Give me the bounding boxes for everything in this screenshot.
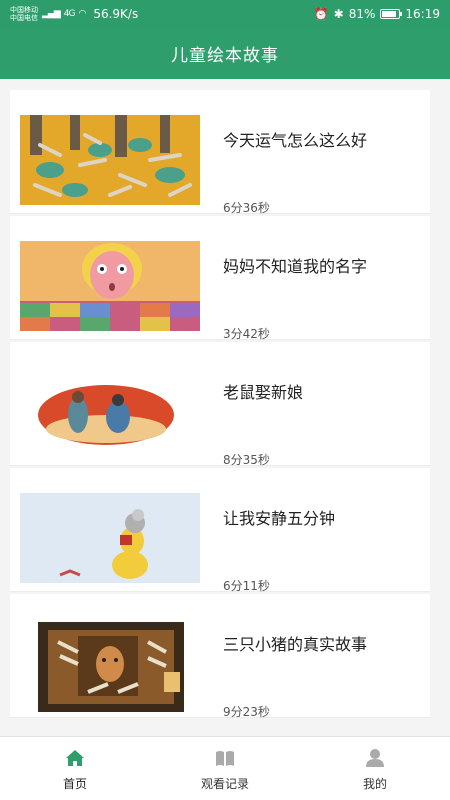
story-title: 老鼠娶新娘: [223, 383, 304, 402]
bottom-tab-bar: 首页 观看记录 我的: [0, 736, 450, 800]
story-card[interactable]: 今天运气怎么这么好 6分36秒: [10, 90, 430, 215]
story-card[interactable]: 让我安静五分钟 6分11秒: [10, 468, 430, 593]
tab-home[interactable]: 首页: [0, 737, 150, 800]
bluetooth-icon: ✱: [333, 6, 344, 21]
tab-label: 观看记录: [200, 777, 249, 791]
person-icon: [366, 749, 384, 767]
signal-label: 4G: [63, 8, 76, 19]
tab-label: 首页: [62, 777, 87, 791]
story-thumbnail: [20, 241, 200, 331]
battery-icon: [380, 8, 403, 19]
tab-history[interactable]: 观看记录: [150, 737, 300, 800]
carrier-2: 中国电信: [10, 13, 38, 22]
story-list[interactable]: 今天运气怎么这么好 6分36秒 妈妈不知道我的名字 3分42秒 老鼠娶新娘 8分…: [0, 80, 450, 736]
carrier-1: 中国移动: [10, 5, 38, 14]
story-title: 今天运气怎么这么好: [223, 131, 368, 150]
story-duration: 6分36秒: [223, 201, 270, 215]
book-icon: [216, 751, 234, 766]
carrier-info: 中国移动 中国电信: [10, 6, 38, 22]
story-card[interactable]: 妈妈不知道我的名字 3分42秒: [10, 216, 430, 341]
story-card[interactable]: 老鼠娶新娘 8分35秒: [10, 342, 430, 467]
wifi-icon: ◠: [78, 8, 86, 19]
alarm-icon: ⏰: [313, 6, 329, 21]
story-card[interactable]: 三只小猪的真实故事 9分23秒: [10, 594, 430, 719]
app-bar: 儿童绘本故事: [0, 27, 450, 79]
tab-label: 我的: [362, 777, 387, 791]
battery-percent: 81%: [348, 6, 376, 21]
story-title: 三只小猪的真实故事: [223, 635, 368, 654]
story-title: 妈妈不知道我的名字: [223, 257, 368, 276]
story-duration: 9分23秒: [223, 705, 270, 719]
page-title: 儿童绘本故事: [171, 45, 279, 66]
signal-icon: ▂▄▆: [42, 8, 61, 19]
story-thumbnail: [20, 115, 200, 205]
story-thumbnail: [20, 493, 200, 583]
story-duration: 3分42秒: [223, 327, 270, 341]
story-duration: 8分35秒: [223, 453, 270, 467]
tab-profile[interactable]: 我的: [300, 737, 450, 800]
story-thumbnail: [20, 367, 200, 457]
clock: 16:19: [405, 6, 440, 21]
story-title: 让我安静五分钟: [223, 509, 336, 528]
story-thumbnail: [38, 622, 184, 712]
story-duration: 6分11秒: [223, 579, 270, 593]
network-speed: 56.9K/s: [93, 6, 139, 21]
status-bar: 中国移动 中国电信 ▂▄▆ 4G ◠ 56.9K/s ⏰ ✱ 81% 16:19: [0, 0, 450, 27]
home-icon: [66, 750, 84, 766]
